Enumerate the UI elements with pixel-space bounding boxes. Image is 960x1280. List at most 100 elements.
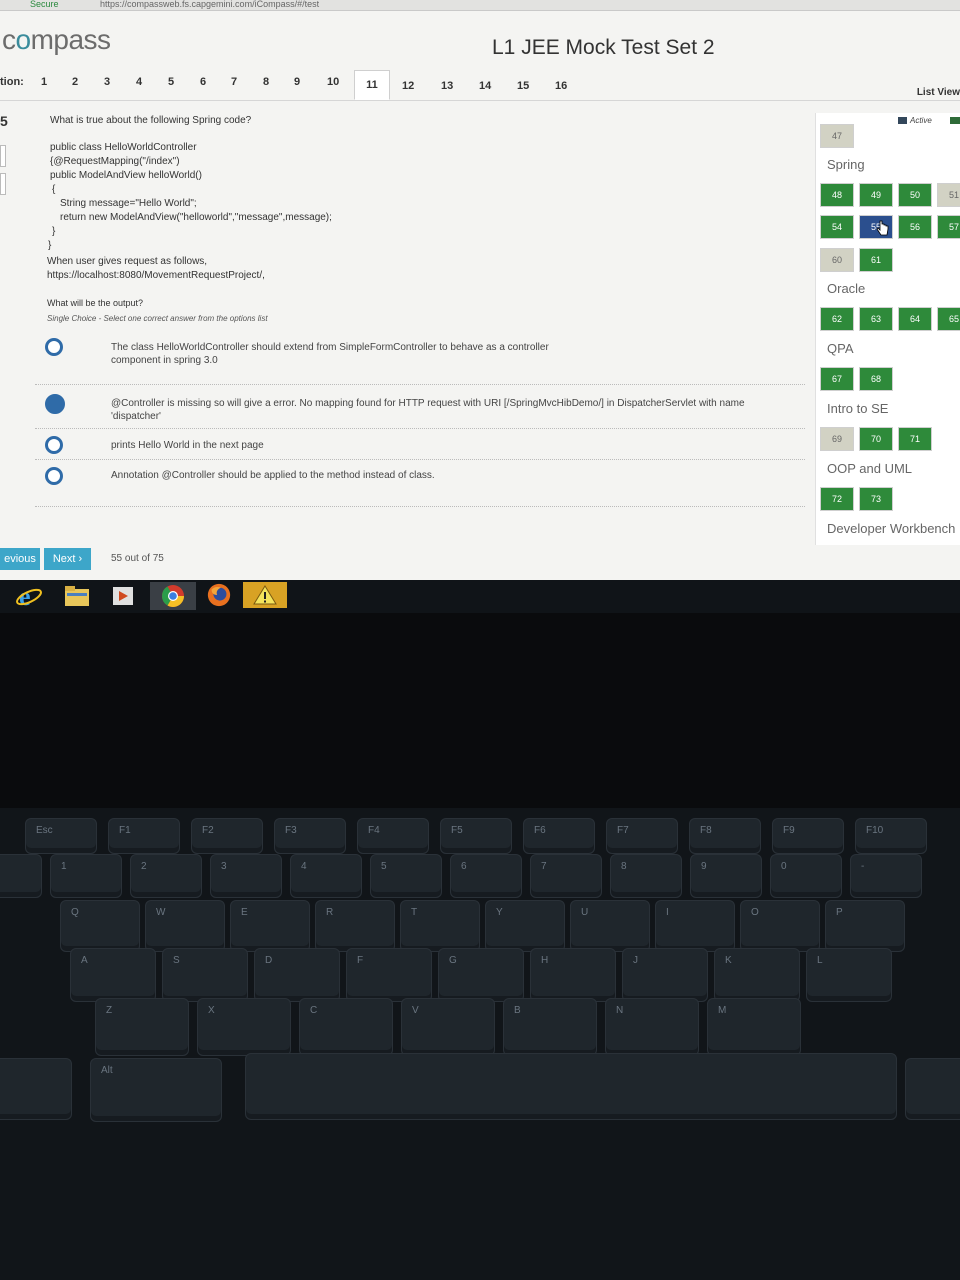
key-f10: F10 (855, 818, 927, 854)
question-tab-5[interactable]: 5 (168, 76, 174, 88)
question-tab-7[interactable]: 7 (231, 76, 237, 88)
option-divider (35, 428, 805, 429)
question-tab-11[interactable]: 11 (354, 70, 390, 100)
palette-tile-60[interactable]: 60 (820, 248, 854, 272)
key-label: D (265, 955, 273, 966)
palette-tile-64[interactable]: 64 (898, 307, 932, 331)
key-2: 2 (130, 854, 202, 898)
palette-tile-69[interactable]: 69 (820, 427, 854, 451)
question-tab-2[interactable]: 2 (72, 76, 78, 88)
page-title: L1 JEE Mock Test Set 2 (492, 36, 715, 59)
option-text[interactable]: Annotation @Controller should be applied… (111, 469, 791, 482)
file-explorer-icon[interactable] (63, 583, 91, 609)
palette-tile-70[interactable]: 70 (859, 427, 893, 451)
firefox-icon[interactable] (205, 582, 233, 608)
question-tab-15[interactable]: 15 (517, 80, 529, 92)
palette-tile-68[interactable]: 68 (859, 367, 893, 391)
key-label: 8 (621, 861, 627, 872)
key-label: A (81, 955, 88, 966)
code-line: return new ModelAndView("helloworld","me… (60, 212, 332, 223)
palette-tile-73[interactable]: 73 (859, 487, 893, 511)
key-v: V (401, 998, 495, 1056)
key-label: J (633, 955, 638, 966)
next-button[interactable]: Next › (44, 548, 91, 570)
key-j: J (622, 948, 708, 1002)
palette-tile-63[interactable]: 63 (859, 307, 893, 331)
key-label: T (411, 907, 418, 918)
key-r: R (315, 900, 395, 952)
palette-tile-61[interactable]: 61 (859, 248, 893, 272)
palette-tile-51[interactable]: 51 (937, 183, 960, 207)
palette-tile-67[interactable]: 67 (820, 367, 854, 391)
option-text[interactable]: @Controller is missing so will give a er… (111, 397, 791, 423)
url-text[interactable]: https://compassweb.fs.capgemini.com/iCom… (100, 0, 319, 9)
key-label: I (666, 907, 669, 918)
key-label: 9 (701, 861, 707, 872)
internet-explorer-icon[interactable]: e (15, 583, 43, 609)
question-tab-12[interactable]: 12 (402, 80, 414, 92)
palette-tile-62[interactable]: 62 (820, 307, 854, 331)
chrome-icon[interactable] (150, 582, 196, 610)
palette-tile-48[interactable]: 48 (820, 183, 854, 207)
key-6: 6 (450, 854, 522, 898)
key-0: 0 (770, 854, 842, 898)
question-tab-13[interactable]: 13 (441, 80, 453, 92)
key-label: K (725, 955, 732, 966)
warning-icon[interactable] (243, 582, 287, 608)
option-radio[interactable] (45, 394, 65, 414)
option-radio[interactable] (45, 338, 63, 356)
side-tab[interactable] (0, 145, 6, 167)
palette-tile-65[interactable]: 65 (937, 307, 960, 331)
key-label: G (449, 955, 457, 966)
key-3: 3 (210, 854, 282, 898)
key-u: U (570, 900, 650, 952)
option-radio[interactable] (45, 467, 63, 485)
question-bar-label: tion: (0, 76, 24, 88)
palette-tile-56[interactable]: 56 (898, 215, 932, 239)
option-radio[interactable] (45, 436, 63, 454)
palette-tile-71[interactable]: 71 (898, 427, 932, 451)
palette-tile-50[interactable]: 50 (898, 183, 932, 207)
key-d: D (254, 948, 340, 1002)
question-tab-4[interactable]: 4 (136, 76, 142, 88)
question-tab-9[interactable]: 9 (294, 76, 300, 88)
question-tab-8[interactable]: 8 (263, 76, 269, 88)
progress-counter: 55 out of 75 (111, 553, 164, 564)
key-label: - (861, 861, 865, 872)
question-tab-10[interactable]: 10 (327, 76, 339, 88)
monitor-bezel (0, 613, 960, 808)
address-bar[interactable]: Secure https://compassweb.fs.capgemini.c… (0, 0, 960, 11)
palette-tile-49[interactable]: 49 (859, 183, 893, 207)
palette-tile-54[interactable]: 54 (820, 215, 854, 239)
palette-tile-57[interactable]: 57 (937, 215, 960, 239)
key-f3: F3 (274, 818, 346, 854)
code-line: public class HelloWorldController (50, 142, 197, 153)
key-alt-right (905, 1058, 960, 1120)
key-label: M (718, 1005, 727, 1016)
question-tab-1[interactable]: 1 (41, 76, 47, 88)
palette-tile-47[interactable]: 47 (820, 124, 854, 148)
previous-button[interactable]: evious (0, 548, 40, 570)
media-player-icon[interactable] (110, 583, 136, 609)
key-tilde: ~ (0, 854, 42, 898)
side-tab[interactable] (0, 173, 6, 195)
key-label: Z (106, 1005, 113, 1016)
key-label: F7 (617, 825, 629, 836)
key-w: W (145, 900, 225, 952)
palette-tile-72[interactable]: 72 (820, 487, 854, 511)
option-text[interactable]: prints Hello World in the next page (111, 439, 791, 452)
key-b: B (503, 998, 597, 1056)
physical-keyboard: Esc F1 F2 F3 F4 F5 F6 F7 F8 F9 F10 ~1 2 3 4 5 6 7 8 9 0 - Q W E R… (0, 808, 960, 1280)
question-tab-14[interactable]: 14 (479, 80, 491, 92)
hand-cursor-icon (876, 220, 889, 236)
question-tab-6[interactable]: 6 (200, 76, 206, 88)
list-view-link[interactable]: List View (917, 87, 960, 98)
palette-section-title: OOP and UML (827, 461, 913, 476)
key-s: S (162, 948, 248, 1002)
question-tab-3[interactable]: 3 (104, 76, 110, 88)
key-label: C (310, 1005, 318, 1016)
key-k: K (714, 948, 800, 1002)
question-tab-16[interactable]: 16 (555, 80, 567, 92)
option-text[interactable]: The class HelloWorldController should ex… (111, 341, 581, 367)
key-o: O (740, 900, 820, 952)
